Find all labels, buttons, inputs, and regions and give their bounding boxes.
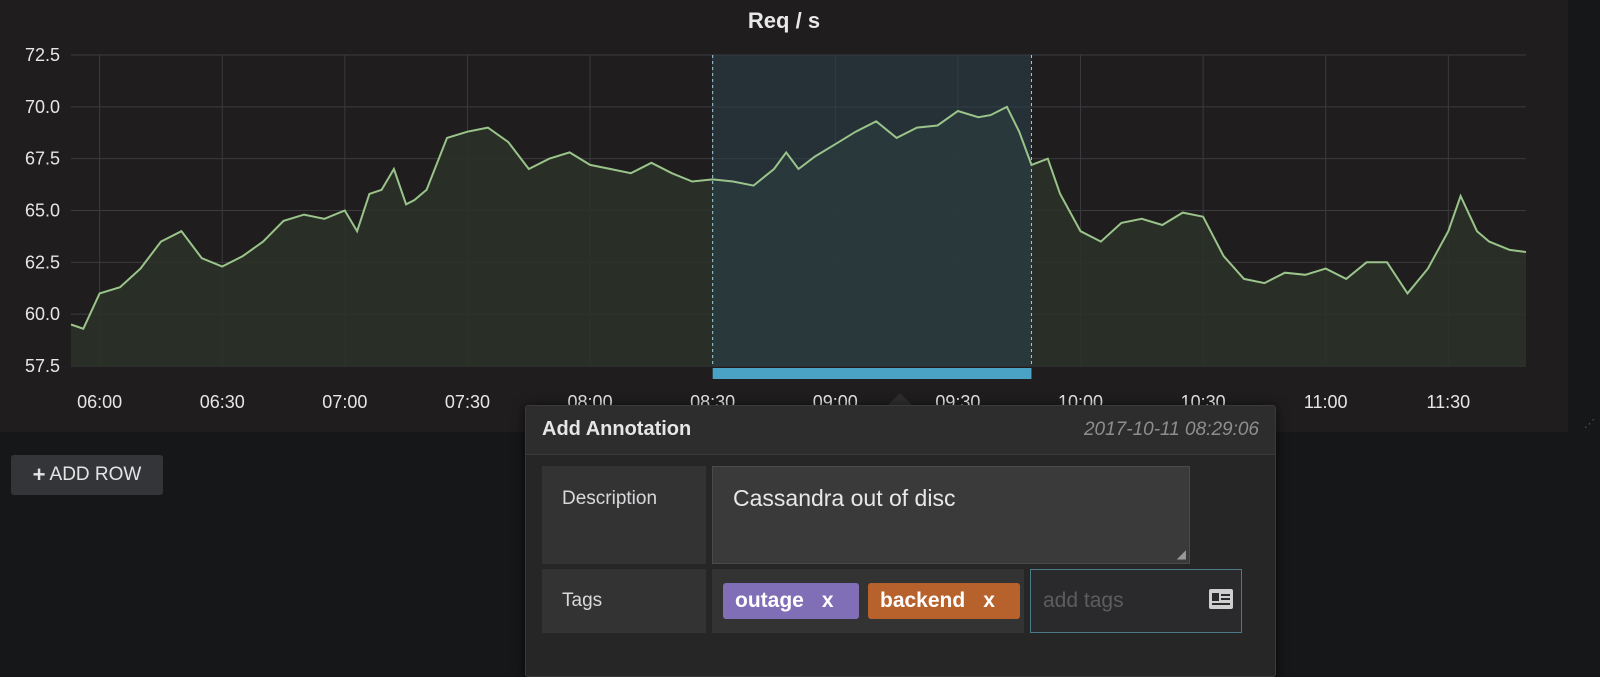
x-tick-label: 07:30 [445,392,490,412]
graph-panel: Req / s 57.5 60.0 62.5 65.0 67.5 70.0 72.5 06:0… [0,0,1568,432]
y-tick-label: 57.5 [25,356,60,376]
req-per-second-chart[interactable]: 57.5 60.0 62.5 65.0 67.5 70.0 72.5 06:00 06:30 07… [0,0,1568,432]
x-tick-label: 06:30 [200,392,245,412]
popover-header: Add Annotation 2017-10-11 08:29:06 [526,406,1275,455]
description-textarea[interactable]: Cassandra out of disc ◢ [712,466,1190,564]
popover-arrow [888,393,912,405]
tag-outage: outage x [723,583,859,619]
x-tick-label: 07:00 [322,392,367,412]
add-row-button[interactable]: + ADD ROW [11,455,163,495]
plus-icon: + [32,462,46,487]
x-tick-label: 06:00 [77,392,122,412]
tag-remove-icon[interactable]: x [983,589,995,613]
textarea-resize-icon[interactable]: ◢ [1177,547,1186,561]
y-tick-label: 65.0 [25,201,60,221]
tags-label: Tags [542,569,706,633]
tag-label: backend [880,589,966,612]
popover-title: Add Annotation [542,418,692,440]
panel-resize-handle[interactable]: ⋰ [1584,418,1596,430]
annotation-timestamp: 2017-10-11 08:29:06 [1083,419,1259,440]
tag-backend: backend x [868,583,1020,619]
description-label: Description [542,466,706,564]
y-tick-label: 72.5 [25,45,60,65]
add-row-label: ADD ROW [49,464,142,485]
y-tick-label: 60.0 [25,304,60,324]
tag-remove-icon[interactable]: x [822,589,834,613]
id-card-icon[interactable] [1208,588,1234,610]
description-text: Cassandra out of disc [733,485,956,511]
tags-list: outage x backend x [712,569,1024,633]
tag-label: outage [735,589,804,612]
y-tick-label: 62.5 [25,252,60,272]
selection-region [712,55,1032,366]
y-tick-label: 67.5 [25,149,60,169]
y-tick-label: 70.0 [25,97,60,117]
annotation-region-marker [712,368,1032,379]
x-tick-label: 11:30 [1426,392,1470,412]
add-annotation-popover: Add Annotation 2017-10-11 08:29:06 Descr… [525,405,1276,677]
x-tick-label: 11:00 [1304,392,1348,412]
